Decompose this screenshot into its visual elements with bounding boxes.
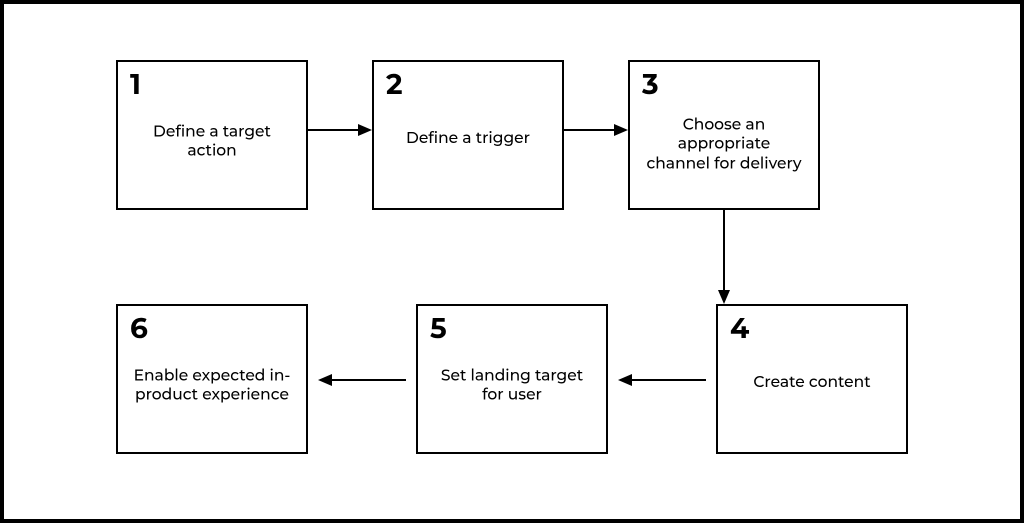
step-box-3: 3 Choose an appropriate channel for deli… bbox=[628, 60, 820, 210]
arrow-down-icon bbox=[714, 210, 734, 304]
step-box-5: 5 Set landing target for user bbox=[416, 304, 608, 454]
step-number-4: 4 bbox=[730, 312, 749, 346]
step-label-4: Create content bbox=[718, 372, 906, 391]
step-number-6: 6 bbox=[130, 312, 148, 346]
step-label-1: Define a target action bbox=[118, 121, 306, 160]
diagram-frame: 1 Define a target action 2 Define a trig… bbox=[0, 0, 1024, 523]
step-number-1: 1 bbox=[130, 68, 141, 102]
step-label-3: Choose an appropriate channel for delive… bbox=[630, 115, 818, 173]
step-box-2: 2 Define a trigger bbox=[372, 60, 564, 210]
step-label-6: Enable expected in-product experience bbox=[118, 365, 306, 404]
step-number-5: 5 bbox=[430, 312, 447, 346]
step-number-3: 3 bbox=[642, 68, 659, 102]
step-number-2: 2 bbox=[386, 68, 403, 102]
step-box-1: 1 Define a target action bbox=[116, 60, 308, 210]
arrow-right-icon bbox=[308, 120, 372, 140]
step-box-4: 4 Create content bbox=[716, 304, 908, 454]
arrow-left-icon bbox=[318, 370, 406, 390]
arrow-right-icon bbox=[564, 120, 628, 140]
step-box-6: 6 Enable expected in-product experience bbox=[116, 304, 308, 454]
step-label-5: Set landing target for user bbox=[418, 365, 606, 404]
arrow-left-icon bbox=[618, 370, 706, 390]
step-label-2: Define a trigger bbox=[374, 128, 562, 147]
